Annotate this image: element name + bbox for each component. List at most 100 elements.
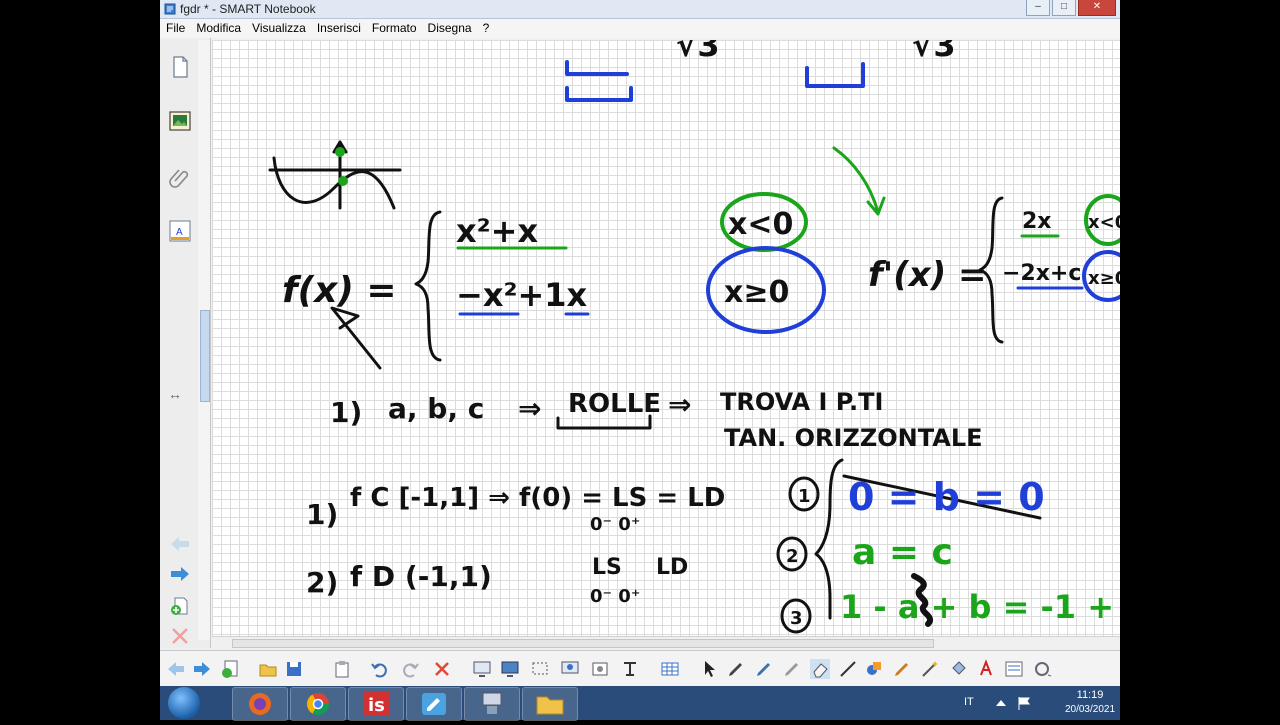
step1-abc: a, b, c: [388, 392, 484, 425]
smart-notebook-app-icon: [164, 3, 176, 15]
eraser-icon[interactable]: [810, 659, 830, 679]
open-folder-icon[interactable]: [258, 659, 278, 679]
chrome-taskbar-button[interactable]: [290, 687, 346, 721]
properties-icon[interactable]: A: [167, 218, 193, 244]
sketch-point-mid: [338, 176, 348, 186]
is-app-icon: is: [363, 692, 389, 716]
firefox-taskbar-button[interactable]: [232, 687, 288, 721]
redo-icon[interactable]: [400, 659, 420, 679]
system-label-1: 1: [798, 486, 811, 507]
is-app-taskbar-button[interactable]: is: [348, 687, 404, 721]
language-indicator[interactable]: IT: [964, 696, 974, 708]
explorer-taskbar-button[interactable]: [522, 687, 578, 721]
clock-time[interactable]: 11:19: [1060, 689, 1120, 701]
menu-inserisci[interactable]: Inserisci: [311, 19, 366, 35]
menu-help[interactable]: ?: [477, 19, 495, 35]
forward-arrow-icon[interactable]: [192, 659, 212, 679]
font-color-icon[interactable]: [976, 659, 996, 679]
table-icon[interactable]: [660, 659, 680, 679]
menu-file[interactable]: File: [160, 19, 190, 35]
menu-visualizza[interactable]: Visualizza: [246, 19, 311, 35]
whiteboard-canvas[interactable]: √3 √3 f(x) = x²+x −x²+1x x<0 x≥0 f'(x) =…: [212, 40, 1120, 636]
menu-disegna[interactable]: Disegna: [422, 19, 477, 35]
vertical-scroll-thumb[interactable]: [200, 310, 210, 402]
resize-sidebar-icon[interactable]: ↔: [168, 386, 182, 402]
system-tray: IT 11:19 20/03/2021: [950, 686, 1120, 720]
save-icon[interactable]: [284, 659, 304, 679]
close-button[interactable]: ✕: [1078, 0, 1116, 16]
attachments-icon[interactable]: [167, 164, 193, 190]
line-tool-icon[interactable]: [838, 659, 858, 679]
horizontal-scroll-thumb[interactable]: [232, 639, 934, 648]
media-icon[interactable]: [590, 659, 610, 679]
add-page-icon[interactable]: [167, 596, 193, 616]
top-box-right: [805, 62, 865, 88]
svg-text:is: is: [368, 695, 385, 716]
pen-icon[interactable]: [726, 659, 746, 679]
cond1-label: 1): [306, 498, 338, 531]
function-lhs: f(x) =: [282, 270, 397, 311]
firefox-icon: [249, 693, 271, 715]
horizontal-scrollbar[interactable]: [212, 636, 1120, 649]
add-page-toolbar-icon[interactable]: [220, 659, 240, 679]
step1-arrow2: ⇒: [668, 388, 691, 421]
cond2-label: 2): [306, 566, 338, 599]
windows-taskbar: is IT 11:19 20/03/2021: [160, 686, 1120, 721]
sketch-point-top: [335, 147, 345, 157]
maximize-button[interactable]: □: [1052, 0, 1076, 16]
start-button[interactable]: [168, 687, 200, 719]
network-app-taskbar-button[interactable]: [464, 687, 520, 721]
menu-formato[interactable]: Formato: [366, 19, 422, 35]
top-root-left: √3: [676, 40, 720, 64]
derivative-piece2: −2x+c: [1002, 261, 1081, 286]
step1-arrow: ⇒: [518, 392, 541, 425]
notebook-taskbar-button[interactable]: [406, 687, 462, 721]
select-arrow-icon[interactable]: [700, 659, 720, 679]
back-arrow-icon[interactable]: [166, 659, 186, 679]
cond2-ls: LS: [592, 555, 622, 580]
capture-area-icon[interactable]: [530, 659, 550, 679]
minimize-button[interactable]: –: [1026, 0, 1050, 16]
next-page-icon[interactable]: [167, 565, 193, 583]
top-underline-left: [565, 86, 633, 102]
delete-page-icon[interactable]: [167, 626, 193, 646]
cond2-sub: 0⁻ 0⁺: [590, 586, 640, 607]
title-bar: fgdr * - SMART Notebook – □ ✕: [160, 0, 1120, 19]
page-sorter-icon[interactable]: [167, 54, 193, 80]
shapes-icon[interactable]: [864, 659, 884, 679]
text-tool-icon[interactable]: [620, 659, 640, 679]
system-eq-1: 0 = b = 0: [848, 475, 1045, 519]
derivative-cond1: x<0: [1088, 212, 1120, 233]
function-piece1: x²+x: [456, 212, 538, 250]
menu-bar: File Modifica Visualizza Inserisci Formato Di…: [160, 19, 1120, 38]
fill-icon[interactable]: [948, 659, 968, 679]
previous-page-icon[interactable]: [167, 535, 193, 553]
flag-icon[interactable]: [1016, 696, 1032, 710]
vertical-scrollbar[interactable]: [198, 40, 210, 640]
tools-toolbar: [160, 650, 1120, 686]
menu-modifica[interactable]: Modifica: [190, 19, 246, 35]
folder-icon: [536, 696, 564, 715]
highlighter-icon[interactable]: [782, 659, 802, 679]
function-piece2: −x²+1x: [456, 276, 588, 314]
clock-date[interactable]: 20/03/2021: [1060, 704, 1120, 715]
system-brace: [814, 458, 844, 620]
undo-icon[interactable]: [370, 659, 390, 679]
smart-notebook-window: fgdr * - SMART Notebook – □ ✕ File Modifi…: [160, 0, 1120, 686]
paste-icon[interactable]: [332, 659, 352, 679]
network-app-icon: [482, 692, 502, 714]
cond2-ld: LD: [656, 555, 688, 580]
document-camera-icon[interactable]: [560, 659, 580, 679]
condition-x-less-0: x<0: [728, 207, 793, 242]
magic-pen-icon[interactable]: [892, 659, 912, 679]
gallery-icon[interactable]: [167, 108, 193, 134]
condition-x-geq-0: x≥0: [724, 275, 789, 310]
wand-icon[interactable]: [920, 659, 940, 679]
creative-pen-icon[interactable]: [754, 659, 774, 679]
screen-shade-icon[interactable]: [472, 659, 492, 679]
customize-toolbar-icon[interactable]: [1032, 659, 1052, 679]
show-hide-screen-icon[interactable]: [500, 659, 520, 679]
properties-toolbar-icon[interactable]: [1004, 659, 1024, 679]
delete-icon[interactable]: [432, 659, 452, 679]
tray-expand-icon[interactable]: [994, 697, 1008, 709]
